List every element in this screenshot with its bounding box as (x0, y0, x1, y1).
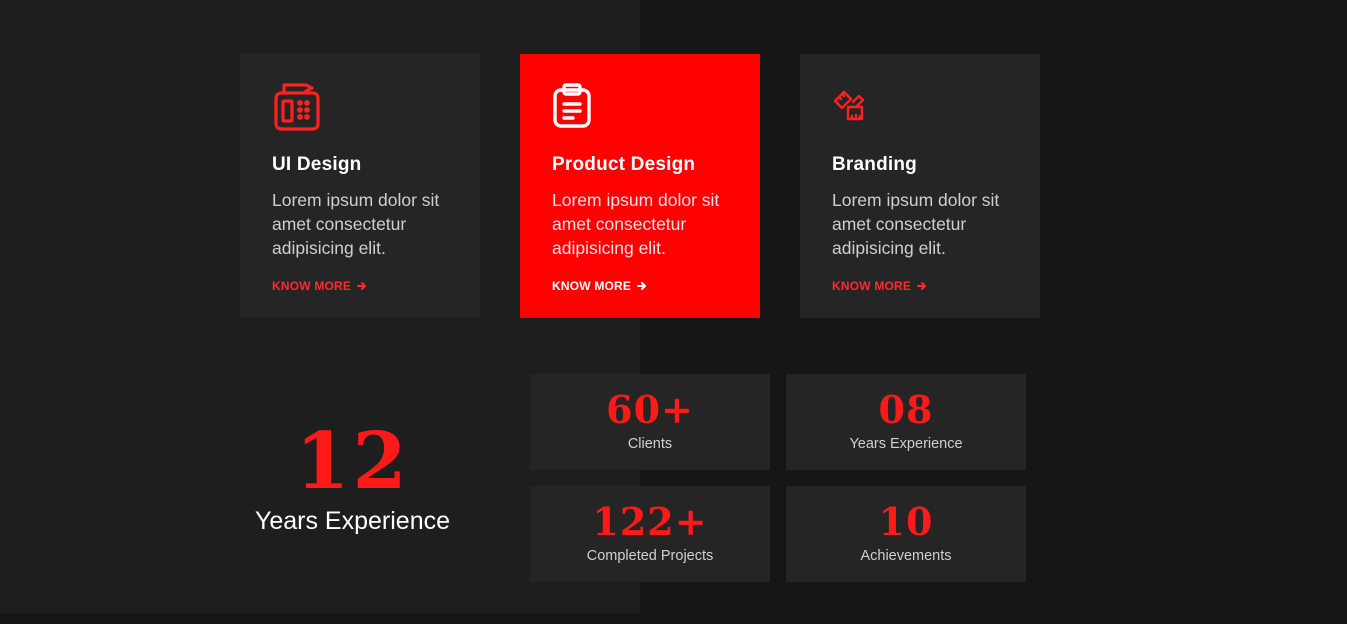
service-card-ui-design[interactable]: UI Design Lorem ipsum dolor sit amet con… (240, 54, 480, 318)
stat-achievements: 10 Achievements (786, 486, 1026, 582)
clipboard-icon (552, 78, 608, 134)
stat-label: Completed Projects (586, 548, 714, 564)
stat-number: 08 (878, 387, 934, 432)
experience-number: 12 (295, 416, 410, 507)
arrow-right-icon (357, 282, 367, 290)
experience-highlight: 12 Years Experience (160, 420, 545, 536)
arrow-right-icon (637, 282, 647, 290)
arrow-right-icon (917, 282, 927, 290)
card-description: Lorem ipsum dolor sit amet consectetur a… (552, 190, 720, 258)
link-label: KNOW MORE (552, 279, 632, 293)
card-title: UI Design (272, 154, 362, 175)
know-more-link[interactable]: KNOW MORE (832, 279, 927, 293)
link-label: KNOW MORE (832, 279, 912, 293)
card-description: Lorem ipsum dolor sit amet consectetur a… (832, 190, 1000, 258)
stat-label: Achievements (860, 548, 952, 564)
card-description: Lorem ipsum dolor sit amet consectetur a… (272, 190, 440, 258)
service-card-product-design[interactable]: Product Design Lorem ipsum dolor sit ame… (520, 54, 760, 318)
pos-terminal-icon (272, 78, 328, 134)
stat-years-experience: 08 Years Experience (786, 374, 1026, 470)
link-label: KNOW MORE (272, 279, 352, 293)
experience-label: Years Experience (254, 507, 451, 535)
ruler-pencil-icon (832, 78, 888, 134)
card-title: Branding (832, 154, 917, 175)
know-more-link[interactable]: KNOW MORE (272, 279, 367, 293)
know-more-link[interactable]: KNOW MORE (552, 279, 647, 293)
card-title: Product Design (552, 154, 696, 175)
stat-number: 60+ (606, 387, 694, 432)
service-card-branding[interactable]: Branding Lorem ipsum dolor sit amet cons… (800, 54, 1040, 318)
stat-number: 10 (878, 499, 934, 544)
stat-clients: 60+ Clients (530, 374, 770, 470)
stat-number: 122+ (592, 499, 708, 544)
stat-label: Clients (627, 436, 673, 452)
stat-completed-projects: 122+ Completed Projects (530, 486, 770, 582)
stat-label: Years Experience (849, 436, 963, 452)
